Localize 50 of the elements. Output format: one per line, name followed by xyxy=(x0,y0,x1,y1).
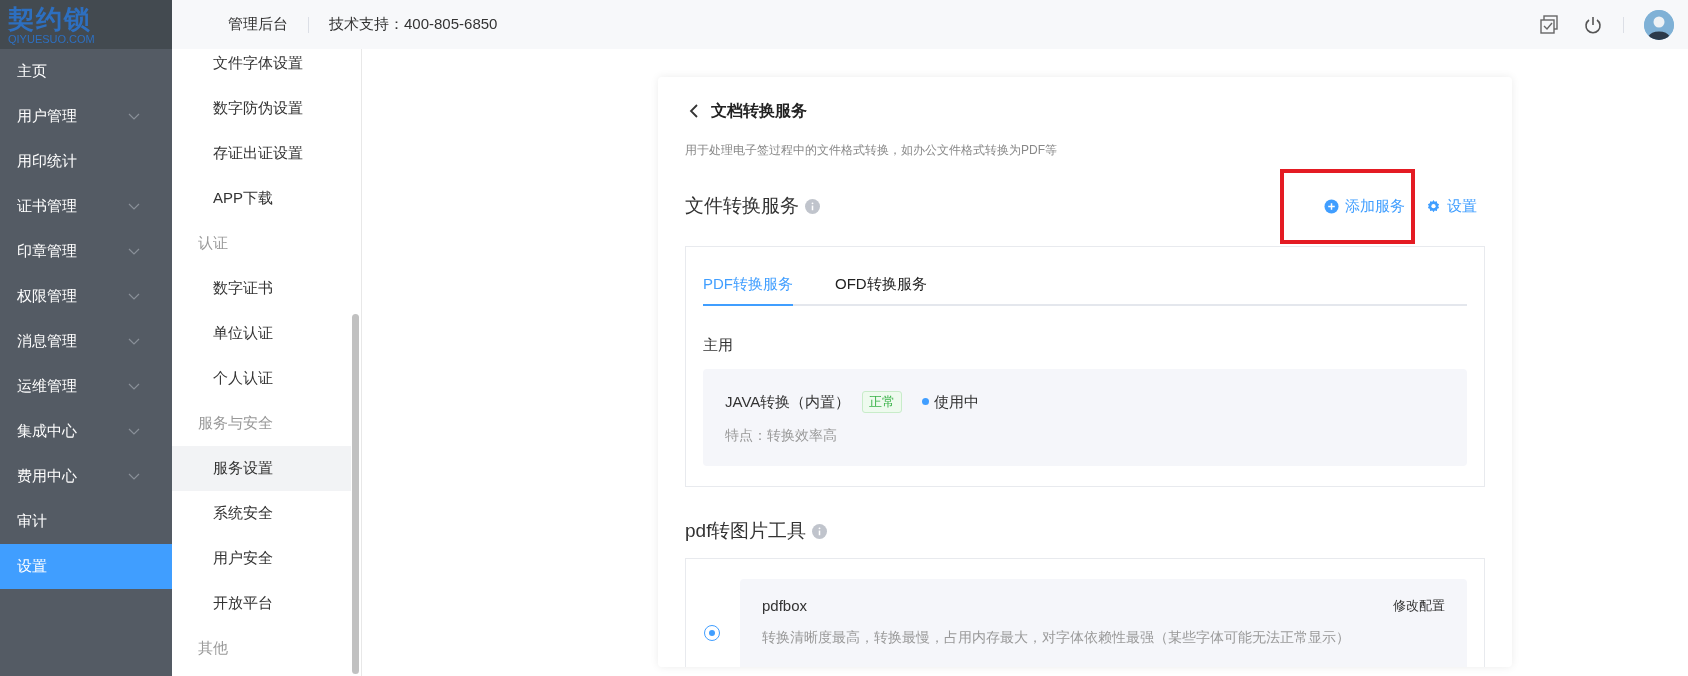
submenu-item[interactable]: 用户安全 xyxy=(172,536,361,581)
nav-item[interactable]: 运维管理 xyxy=(0,364,172,409)
status-text: 使用中 xyxy=(934,391,980,412)
status-tag: 正常 xyxy=(862,391,903,413)
edit-config-link[interactable]: 修改配置 xyxy=(1393,596,1445,616)
submenu-item[interactable]: 存证出证设置 xyxy=(172,131,361,176)
tab[interactable]: OFD转换服务 xyxy=(835,266,927,306)
submenu-item[interactable]: 单位认证 xyxy=(172,311,361,356)
settings-icon xyxy=(1426,198,1441,214)
nav-item[interactable]: 消息管理 xyxy=(0,319,172,364)
section-title: 文件转换服务 xyxy=(685,194,799,218)
submenu-item[interactable]: 服务设置 xyxy=(172,446,351,491)
nav-item[interactable]: 费用中心 xyxy=(0,454,172,499)
submenu-item[interactable]: 文件字体设置 xyxy=(172,49,361,86)
submenu-item[interactable]: APP下载 xyxy=(172,176,361,221)
nav-item[interactable]: 用印统计 xyxy=(0,139,172,184)
submenu-group-label: 其他 xyxy=(197,638,229,659)
status-dot-icon xyxy=(922,398,930,406)
support-phone: 技术支持：400-805-6850 xyxy=(329,14,498,35)
header-title: 管理后台 xyxy=(228,14,288,35)
avatar[interactable] xyxy=(1644,9,1674,40)
logo-domain: QIYUESUO.COM xyxy=(8,32,96,45)
nav-item[interactable]: 用户管理 xyxy=(0,94,172,139)
section-title: pdf转图片工具 xyxy=(685,519,807,543)
nav-item[interactable]: 集成中心 xyxy=(0,409,172,454)
submenu-item[interactable]: 个人认证 xyxy=(172,356,361,401)
service-feature: 特点：转换效率高 xyxy=(725,426,838,445)
tool-description: 转换清晰度最高，转换最慢，占用内存最大，对字体依赖性最强（某些字体可能无法正常显示） xyxy=(762,628,1351,647)
checklist-icon[interactable] xyxy=(1539,14,1559,35)
submenu-item[interactable]: 开放平台 xyxy=(172,581,361,626)
page-description: 用于处理电子签过程中的文件格式转换，如办公文件格式转换为PDF等 xyxy=(685,142,1058,159)
scrollbar[interactable] xyxy=(352,314,359,674)
submenu-item[interactable]: 数字证书 xyxy=(172,266,361,311)
nav-item[interactable]: 印章管理 xyxy=(0,229,172,274)
submenu-item[interactable]: 数字防伪设置 xyxy=(172,86,361,131)
group-label: 主用 xyxy=(703,335,734,355)
back-icon[interactable] xyxy=(689,103,699,119)
nav-item[interactable]: 权限管理 xyxy=(0,274,172,319)
logo-name: 契约锁 xyxy=(8,4,93,33)
nav-item[interactable]: 审计 xyxy=(0,499,172,544)
nav-item[interactable]: 主页 xyxy=(0,49,172,94)
page-title: 文档转换服务 xyxy=(711,101,807,121)
nav-item[interactable]: 证书管理 xyxy=(0,184,172,229)
tool-name: pdfbox xyxy=(762,595,808,616)
plus-circle-icon xyxy=(1324,198,1339,214)
submenu-group-label: 服务与安全 xyxy=(197,413,274,434)
submenu-group-label: 认证 xyxy=(197,233,229,254)
submenu-item[interactable]: 系统安全 xyxy=(172,491,361,536)
service-name: JAVA转换（内置） xyxy=(725,391,851,412)
power-icon[interactable] xyxy=(1583,14,1603,35)
